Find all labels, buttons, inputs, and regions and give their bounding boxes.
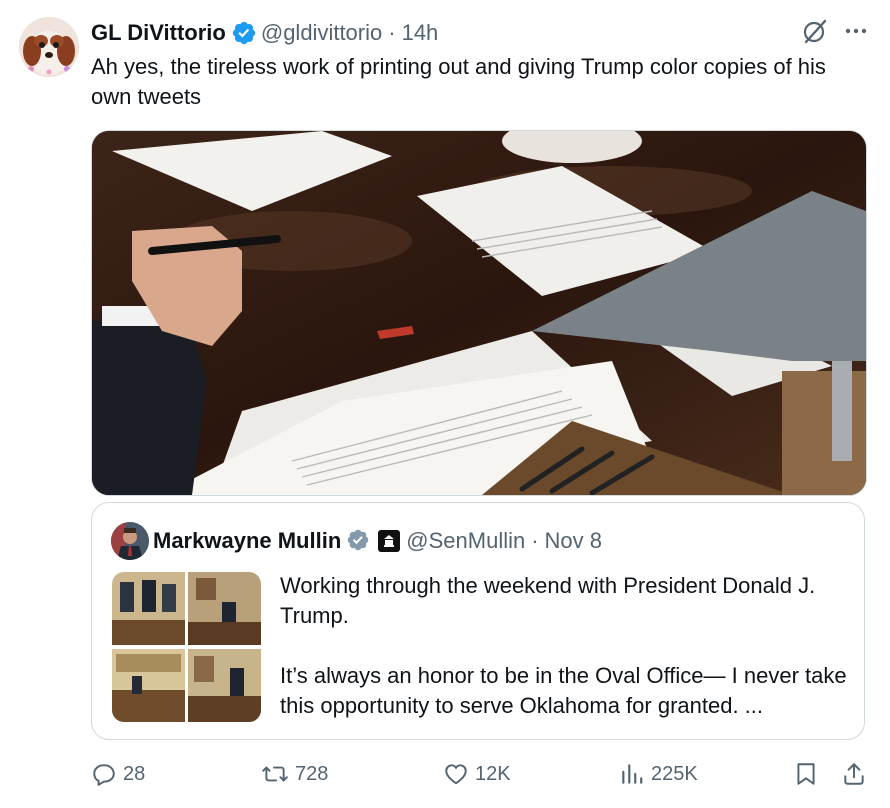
views-button[interactable]: 225K — [619, 758, 698, 790]
reply-icon — [93, 764, 115, 786]
bookmark-icon — [797, 763, 815, 785]
share-icon — [844, 763, 864, 785]
verified-badge-icon[interactable] — [231, 20, 257, 46]
repost-icon — [262, 766, 288, 782]
repost-button[interactable]: 728 — [261, 758, 328, 790]
repost-count: 728 — [295, 762, 329, 785]
reply-count: 28 — [123, 762, 146, 785]
author-avatar[interactable] — [19, 17, 79, 77]
quoted-separator-dot: · — [531, 528, 539, 553]
oval-office-photos-thumbnail — [112, 572, 261, 722]
tweet-text: Ah yes, the tireless work of printing ou… — [91, 54, 826, 109]
tweet-timestamp[interactable]: 14h — [402, 20, 439, 46]
dog-avatar-image — [19, 17, 79, 77]
view-count: 225K — [651, 762, 698, 785]
more-icon[interactable] — [844, 19, 868, 48]
author-name[interactable]: GL DiVittorio — [91, 20, 226, 46]
like-button[interactable]: 12K — [443, 758, 511, 790]
quoted-tweet-header: Markwayne Mullin @SenMullin · Nov 8 — [153, 525, 602, 557]
like-icon — [445, 764, 467, 785]
like-count: 12K — [475, 762, 511, 785]
views-icon — [622, 764, 643, 784]
quoted-author-avatar[interactable] — [111, 522, 149, 560]
grok-icon[interactable] — [802, 18, 828, 49]
quoted-author-name[interactable]: Markwayne Mullin — [153, 528, 341, 554]
bookmark-button[interactable] — [793, 758, 825, 790]
quoted-tweet-photo-grid[interactable] — [112, 572, 261, 722]
share-button[interactable] — [841, 758, 873, 790]
quoted-tweet-paragraph: Working through the weekend with Preside… — [280, 573, 816, 628]
top-actions — [802, 18, 868, 49]
tweet-photo[interactable] — [91, 130, 867, 496]
quoted-tweet-paragraph: It’s always an honor to be in the Oval O… — [280, 663, 847, 718]
quoted-tweet-text: Working through the weekend with Preside… — [280, 571, 850, 721]
author-handle[interactable]: @gldivittorio — [261, 20, 382, 46]
quoted-tweet[interactable]: Markwayne Mullin @SenMullin · Nov 8 Work… — [91, 502, 865, 740]
senator-avatar-image — [111, 522, 149, 560]
reply-button[interactable]: 28 — [91, 758, 145, 790]
tweet-action-bar: 28 728 12K 225K — [91, 758, 871, 790]
tweet-header: GL DiVittorio @gldivittorio · 14h — [91, 18, 438, 48]
quoted-author-handle[interactable]: @SenMullin — [406, 528, 525, 554]
oval-office-desk-photo — [92, 131, 866, 495]
tweet: GL DiVittorio @gldivittorio · 14h Ah yes… — [0, 0, 890, 808]
government-badge-icon[interactable] — [378, 530, 401, 552]
separator-dot: · — [388, 20, 396, 45]
gray-verified-badge-icon[interactable] — [346, 528, 372, 554]
quoted-tweet-date[interactable]: Nov 8 — [545, 528, 602, 554]
